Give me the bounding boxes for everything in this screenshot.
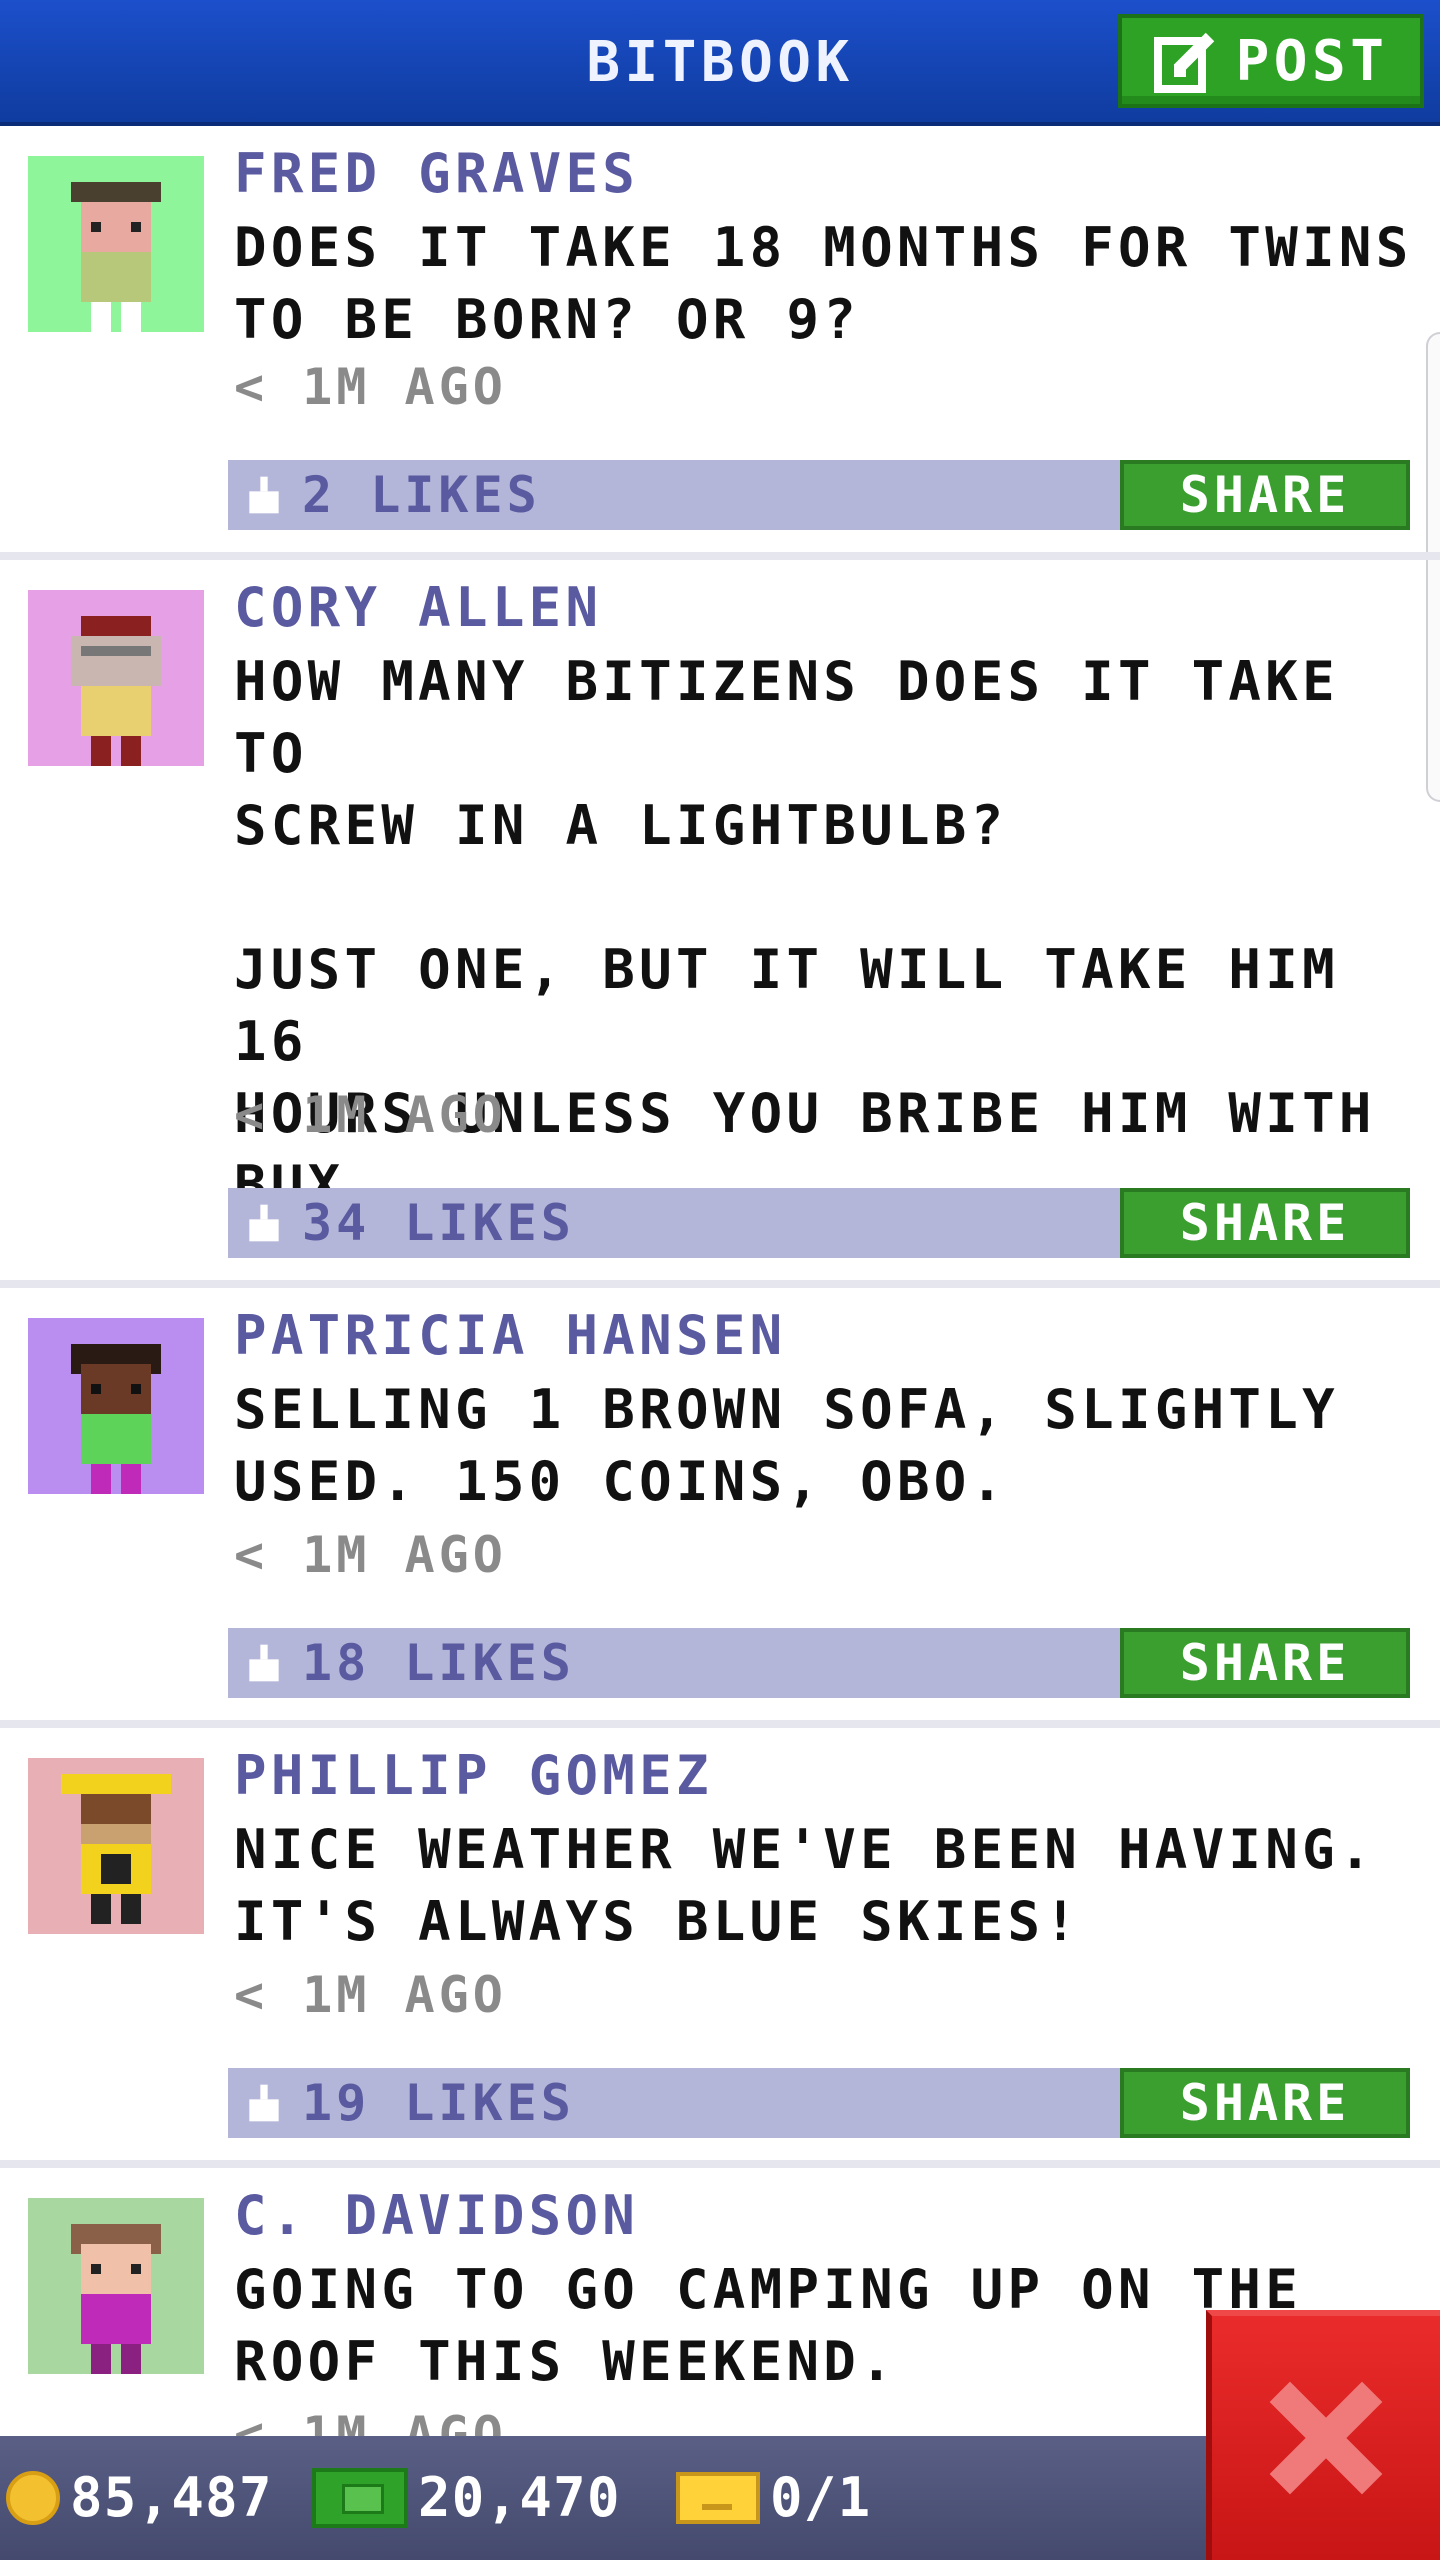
post-text: SELLING 1 BROWN SOFA, SLIGHTLY USED. 150… xyxy=(234,1378,1339,1513)
share-button[interactable]: SHARE xyxy=(1120,1628,1410,1698)
like-bar[interactable]: 34 LIKES SHARE xyxy=(228,1188,1410,1258)
avatar-image xyxy=(71,182,161,332)
coin-icon xyxy=(6,2470,60,2525)
bux-stat[interactable]: 20,470 xyxy=(312,2466,621,2529)
close-icon xyxy=(1269,2381,1383,2495)
avatar-image xyxy=(71,616,161,766)
post-time: < 1M AGO xyxy=(234,1526,507,1584)
post-item: PHILLIP GOMEZ NICE WEATHER WE'VE BEEN HA… xyxy=(0,1728,1440,2168)
thumbs-up-icon xyxy=(249,1644,279,1682)
share-button[interactable]: SHARE xyxy=(1120,460,1410,530)
close-button[interactable] xyxy=(1206,2310,1440,2560)
author-name[interactable]: CORY ALLEN xyxy=(234,576,602,639)
post-item: FRED GRAVES DOES IT TAKE 18 MONTHS FOR T… xyxy=(0,126,1440,560)
bux-count: 20,470 xyxy=(418,2466,621,2529)
like-count: 34 LIKES xyxy=(302,1194,575,1252)
avatar[interactable] xyxy=(28,590,204,766)
like-bar[interactable]: 2 LIKES SHARE xyxy=(228,460,1410,530)
edit-icon xyxy=(1153,32,1214,93)
coin-stat[interactable]: 85,487 xyxy=(6,2466,273,2529)
like-count: 2 LIKES xyxy=(302,466,541,524)
avatar-image xyxy=(61,1774,171,1924)
like-count: 18 LIKES xyxy=(302,1634,575,1692)
post-item: PATRICIA HANSEN SELLING 1 BROWN SOFA, SL… xyxy=(0,1288,1440,1728)
share-button[interactable]: SHARE xyxy=(1120,2068,1410,2138)
author-name[interactable]: C. DAVIDSON xyxy=(234,2184,639,2247)
author-name[interactable]: PHILLIP GOMEZ xyxy=(234,1744,713,1807)
thumbs-up-icon xyxy=(249,476,279,514)
like-count: 19 LIKES xyxy=(302,2074,575,2132)
ticket-icon xyxy=(676,2471,760,2524)
avatar[interactable] xyxy=(28,1758,204,1934)
avatar[interactable] xyxy=(28,1318,204,1494)
post-time: < 1M AGO xyxy=(234,1086,507,1144)
like-bar[interactable]: 18 LIKES SHARE xyxy=(228,1628,1410,1698)
author-name[interactable]: FRED GRAVES xyxy=(234,142,639,205)
avatar-image xyxy=(71,1344,161,1494)
ticket-stat[interactable]: 0/1 xyxy=(676,2466,871,2529)
author-name[interactable]: PATRICIA HANSEN xyxy=(234,1304,786,1367)
post-time: < 1M AGO xyxy=(234,358,507,416)
app-header: BITBOOK POST xyxy=(0,0,1440,126)
like-bar[interactable]: 19 LIKES SHARE xyxy=(228,2068,1410,2138)
avatar[interactable] xyxy=(28,2198,204,2374)
bux-icon xyxy=(312,2467,408,2528)
avatar[interactable] xyxy=(28,156,204,332)
thumbs-up-icon xyxy=(249,2084,279,2122)
thumbs-up-icon xyxy=(249,1204,279,1242)
avatar-image xyxy=(71,2224,161,2374)
post-button-label: POST xyxy=(1235,28,1389,94)
coin-count: 85,487 xyxy=(70,2466,273,2529)
post-time: < 1M AGO xyxy=(234,1966,507,2024)
post-text: NICE WEATHER WE'VE BEEN HAVING. IT'S ALW… xyxy=(234,1818,1376,1953)
post-item: CORY ALLEN HOW MANY BITIZENS DOES IT TAK… xyxy=(0,560,1440,1288)
post-text: DOES IT TAKE 18 MONTHS FOR TWINS TO BE B… xyxy=(234,216,1413,351)
ticket-count: 0/1 xyxy=(770,2466,872,2529)
post-button[interactable]: POST xyxy=(1118,14,1424,108)
share-button[interactable]: SHARE xyxy=(1120,1188,1410,1258)
